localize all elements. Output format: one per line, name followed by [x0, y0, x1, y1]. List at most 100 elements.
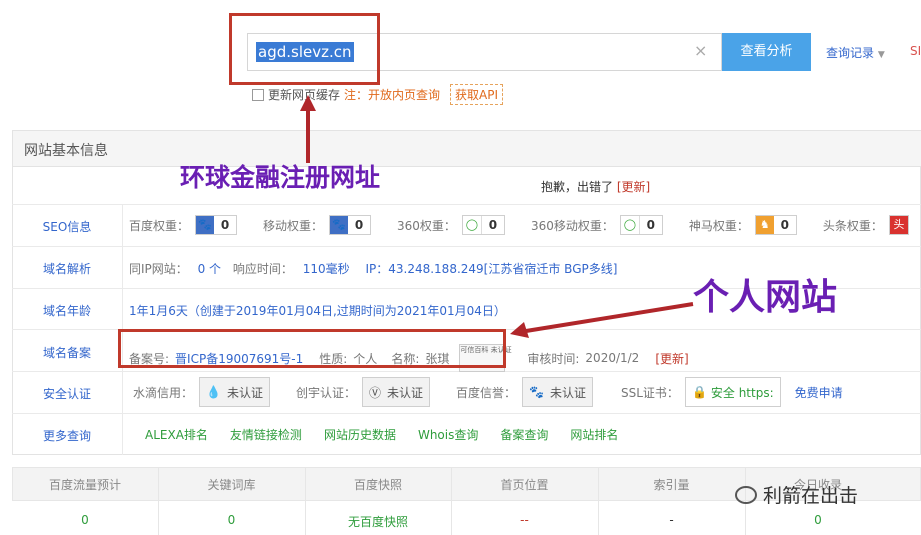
paw-icon: 🐾 — [330, 216, 349, 234]
row-divider — [12, 413, 921, 414]
seo-link[interactable]: SI — [910, 44, 921, 58]
chuangyu-badge-text: 未认证 — [387, 385, 424, 400]
table-header-cell: 索引量 — [653, 478, 690, 492]
icp-query-link[interactable]: 备案查询 — [500, 426, 548, 443]
friend-link-check-link[interactable]: 友情链接检测 — [230, 426, 302, 443]
table-cell: 0 — [814, 513, 822, 527]
query-history-link[interactable]: 查询记录 ▼ — [826, 44, 885, 61]
whois-link[interactable]: Whois查询 — [418, 426, 478, 443]
error-update-link[interactable]: [更新] — [617, 180, 650, 194]
error-text: 抱歉，出错了 — [541, 180, 614, 194]
response-time-label: 响应时间： — [232, 262, 293, 276]
360-weight-label: 360权重： — [397, 218, 456, 233]
audit-time-label: 审核时间: — [527, 351, 580, 366]
baidu-weight-value: 0 — [220, 218, 230, 232]
circle-icon: ◯ — [620, 216, 640, 234]
domain-age-label: 域名年龄 — [42, 304, 91, 318]
icp-update-link[interactable]: [更新] — [655, 350, 688, 367]
360-mobile-weight-value: 0 — [646, 218, 656, 232]
360-mobile-weight-badge[interactable]: ◯ 0 — [619, 215, 663, 235]
paw-icon: 🐾 — [529, 385, 544, 399]
lock-icon: 🔒 — [691, 385, 707, 399]
360-mobile-weight-label: 360移动权重： — [530, 218, 614, 233]
security-label: 安全认证 — [42, 387, 91, 401]
table-cell[interactable]: 无百度快照 — [305, 513, 451, 530]
ssl-badge-text: 安全 https: — [710, 385, 774, 400]
mobile-weight-value: 0 — [354, 218, 364, 232]
row-divider — [12, 246, 921, 247]
mobile-weight-label: 移动权重： — [263, 218, 324, 233]
same-ip-value[interactable]: 0 个 — [198, 262, 221, 276]
shenma-weight-label: 神马权重： — [688, 218, 749, 233]
domain-age-value: 1年1月6天（创建于2019年01月04日,过期时间为2021年01月04日） — [129, 304, 506, 318]
same-ip-label: 同IP网站： — [129, 262, 188, 276]
baidu-credit-badge[interactable]: 🐾 未认证 — [522, 377, 594, 407]
cache-row: 更新网页缓存 注：开放内页查询 获取API — [252, 84, 504, 105]
circle-icon: ◯ — [462, 216, 482, 234]
ssl-badge[interactable]: 🔒 安全 https: — [684, 377, 781, 407]
360-weight-badge[interactable]: ◯ 0 — [461, 215, 505, 235]
table-cell: - — [669, 513, 674, 527]
baidu-weight-badge[interactable]: 🐾 0 — [195, 215, 238, 235]
panel-title: 网站基本信息 — [24, 143, 108, 159]
chuangyu-badge[interactable]: Ⓥ 未认证 — [362, 377, 431, 407]
table-cell[interactable]: 0 — [158, 513, 305, 527]
v-shield-icon: Ⓥ — [369, 385, 382, 400]
more-queries-label: 更多查询 — [42, 429, 91, 443]
get-api-button[interactable]: 获取API — [450, 84, 504, 105]
analyze-button[interactable]: 查看分析 — [722, 33, 811, 71]
baidu-credit-badge-text: 未认证 — [550, 385, 587, 400]
chevron-down-icon: ▼ — [877, 50, 885, 60]
table-header-cell: 百度快照 — [353, 478, 402, 492]
shuidi-badge-text: 未认证 — [226, 385, 263, 400]
free-apply-link[interactable]: 免费申请 — [795, 384, 843, 401]
error-message: 抱歉，出错了 [更新] — [541, 178, 650, 195]
annotation-personal-text: 个人网站 — [693, 277, 838, 318]
watermark: 利箭在出击 — [735, 481, 858, 508]
wechat-icon — [735, 485, 757, 504]
paw-icon: 🐾 — [196, 216, 215, 234]
icp-label: 域名备案 — [42, 346, 91, 360]
update-cache-checkbox[interactable] — [252, 88, 264, 101]
baidu-weight-label: 百度权重： — [129, 218, 190, 233]
dns-info: 同IP网站： 0 个 响应时间： 110毫秒 IP：43.248.188.249… — [129, 260, 617, 277]
seo-weights: 百度权重： 🐾 0 移动权重： 🐾 0 360权重： ◯ 0 360移动权重： ◯ 0 … — [129, 215, 909, 235]
drop-icon: 💧 — [206, 385, 221, 399]
table-header-cell: 关键词库 — [207, 478, 256, 492]
table-header-cell: 首页位置 — [500, 478, 549, 492]
site-history-link[interactable]: 网站历史数据 — [324, 426, 396, 443]
table-cell: -- — [520, 513, 529, 527]
ssl-label: SSL证书： — [621, 385, 679, 400]
panel-header — [13, 131, 921, 167]
dns-label: 域名解析 — [42, 262, 91, 276]
mobile-weight-badge[interactable]: 🐾 0 — [329, 215, 372, 235]
shuidi-badge[interactable]: 💧 未认证 — [199, 377, 270, 407]
seo-info-label: SEO信息 — [42, 220, 92, 234]
site-rank-link[interactable]: 网站排名 — [570, 426, 618, 443]
shenma-weight-value: 0 — [780, 218, 790, 232]
annotation-arrow-up — [300, 95, 320, 168]
annotation-box-icp — [118, 329, 506, 368]
row-divider — [12, 204, 921, 205]
watermark-text: 利箭在出击 — [763, 485, 859, 507]
toutiao-icon: 头 — [889, 216, 908, 234]
audit-time-value: 2020/1/2 — [585, 351, 640, 365]
response-time-value: 110毫秒 — [302, 262, 350, 276]
toutiao-weight-badge[interactable]: 头 — [888, 215, 909, 235]
shuidi-label: 水滴信用： — [133, 385, 194, 400]
ip-info[interactable]: IP：43.248.188.249[江苏省宿迁市 BGP多线] — [365, 262, 617, 276]
shenma-weight-badge[interactable]: ♞ 0 — [754, 215, 797, 235]
clear-icon[interactable]: × — [694, 41, 707, 60]
toutiao-weight-label: 头条权重： — [822, 218, 883, 233]
inner-page-note: 注：开放内页查询 — [344, 88, 441, 102]
table-cell: 0 — [81, 513, 89, 527]
security-info: 水滴信用： 💧 未认证 创宇认证： Ⓥ 未认证 百度信誉： 🐾 未认证 SSL证书： … — [133, 377, 843, 407]
table-header-cell: 百度流量预计 — [48, 478, 121, 492]
annotation-finance-text: 环球金融注册网址 — [180, 163, 381, 192]
baidu-credit-label: 百度信誉： — [456, 385, 517, 400]
chuangyu-label: 创宇认证： — [295, 385, 356, 400]
more-queries-links: ALEXA排名 友情链接检测 网站历史数据 Whois查询 备案查询 网站排名 — [145, 426, 618, 443]
annotation-box-domain — [229, 13, 380, 85]
alexa-rank-link[interactable]: ALEXA排名 — [145, 426, 208, 443]
query-history-label: 查询记录 — [826, 46, 875, 60]
